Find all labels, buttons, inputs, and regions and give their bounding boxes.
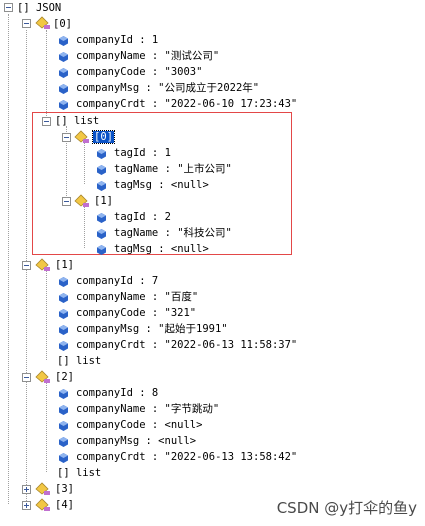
tag0-label: [0] <box>92 130 115 144</box>
item2-guide <box>46 382 47 472</box>
object-node-icon <box>35 258 50 271</box>
item0-field[interactable]: companyCrdt : "2022-06-10 17:23:43" <box>76 96 297 112</box>
item2-list-node[interactable]: [] list <box>57 465 101 481</box>
object-node-icon <box>35 16 50 29</box>
tag0-collapse-toggle[interactable] <box>62 133 71 142</box>
root-node[interactable]: [] JSON <box>17 0 61 16</box>
item4-expand-toggle[interactable] <box>22 501 31 510</box>
object-node-icon <box>35 498 50 511</box>
root-guide <box>8 14 9 504</box>
object-node-icon <box>74 130 89 143</box>
value-cube-icon <box>59 277 68 287</box>
item1-list-node[interactable]: [] list <box>57 353 101 369</box>
item1-field[interactable]: companyCrdt : "2022-06-13 11:58:37" <box>76 337 297 353</box>
root-collapse-toggle[interactable] <box>4 3 13 12</box>
value-cube-icon <box>59 309 68 319</box>
object-node-icon <box>74 194 89 207</box>
item2-field[interactable]: companyId : 8 <box>76 385 158 401</box>
item0-collapse-toggle[interactable] <box>22 19 31 28</box>
value-cube-icon <box>97 181 106 191</box>
tag0-field[interactable]: tagName : "上市公司" <box>114 161 232 177</box>
item0-field[interactable]: companyName : "测试公司" <box>76 48 219 64</box>
tag1-field[interactable]: tagMsg : <null> <box>114 241 209 257</box>
value-cube-icon <box>59 36 68 46</box>
item2-field[interactable]: companyMsg : <null> <box>76 433 196 449</box>
value-cube-icon <box>59 341 68 351</box>
item0-field[interactable]: companyCode : "3003" <box>76 64 202 80</box>
item2-field[interactable]: companyCrdt : "2022-06-13 13:58:42" <box>76 449 297 465</box>
list-collapse-toggle[interactable] <box>42 117 51 126</box>
tag0-field[interactable]: tagMsg : <null> <box>114 177 209 193</box>
item1-label: [1] <box>55 259 74 271</box>
item0-guide <box>46 30 47 120</box>
value-cube-icon <box>59 52 68 62</box>
item1-node[interactable]: [1] <box>55 257 74 273</box>
value-cube-icon <box>97 149 106 159</box>
value-cube-icon <box>97 245 106 255</box>
tag0-field[interactable]: tagId : 1 <box>114 145 171 161</box>
item2-label: [2] <box>55 371 74 383</box>
item1-field[interactable]: companyMsg : "起始于1991" <box>76 321 228 337</box>
value-cube-icon <box>59 405 68 415</box>
item3-label: [3] <box>55 483 74 495</box>
value-cube-icon <box>59 421 68 431</box>
value-cube-icon <box>97 213 106 223</box>
tag1-field[interactable]: tagName : "科技公司" <box>114 225 232 241</box>
item2-collapse-toggle[interactable] <box>22 373 31 382</box>
item2-field[interactable]: companyCode : <null> <box>76 417 202 433</box>
tag1-label: [1] <box>94 195 113 207</box>
item1-field[interactable]: companyName : "百度" <box>76 289 198 305</box>
list-label: [] list <box>55 115 100 127</box>
value-cube-icon <box>97 229 106 239</box>
item4-node[interactable]: [4] <box>55 497 74 513</box>
value-cube-icon <box>59 437 68 447</box>
watermark: CSDN @y打伞的鱼y <box>276 499 417 517</box>
list-node[interactable]: [] list <box>55 113 99 129</box>
item1-collapse-toggle[interactable] <box>22 261 31 270</box>
value-cube-icon <box>59 68 68 78</box>
item0-label: [0] <box>53 18 72 30</box>
tag0-node[interactable]: [0] <box>92 129 115 145</box>
item1-field[interactable]: companyId : 7 <box>76 273 158 289</box>
tag1-node[interactable]: [1] <box>94 193 113 209</box>
root-label: [] JSON <box>17 2 62 14</box>
value-cube-icon <box>59 84 68 94</box>
item0-node[interactable]: [0] <box>53 16 72 32</box>
item3-node[interactable]: [3] <box>55 481 74 497</box>
value-cube-icon <box>59 453 68 463</box>
value-cube-icon <box>59 389 68 399</box>
item4-label: [4] <box>55 499 74 511</box>
value-cube-icon <box>97 165 106 175</box>
object-node-icon <box>35 482 50 495</box>
item2-field[interactable]: companyName : "字节跳动" <box>76 401 219 417</box>
item1-field[interactable]: companyCode : "321" <box>76 305 196 321</box>
tag1-field[interactable]: tagId : 2 <box>114 209 171 225</box>
item1-guide <box>46 270 47 360</box>
item3-expand-toggle[interactable] <box>22 485 31 494</box>
tag1-collapse-toggle[interactable] <box>62 197 71 206</box>
item2-node[interactable]: [2] <box>55 369 74 385</box>
value-cube-icon <box>59 293 68 303</box>
item0-field[interactable]: companyMsg : "公司成立于2022年" <box>76 80 259 96</box>
value-cube-icon <box>59 100 68 110</box>
object-node-icon <box>35 370 50 383</box>
item0-field[interactable]: companyId : 1 <box>76 32 158 48</box>
value-cube-icon <box>59 325 68 335</box>
